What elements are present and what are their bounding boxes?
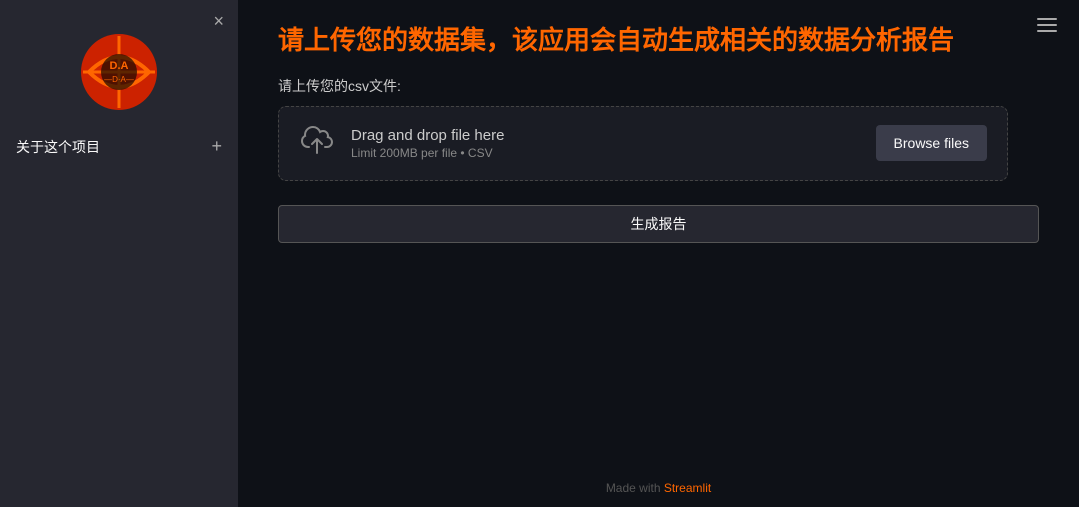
menu-button[interactable]	[1033, 14, 1061, 36]
menu-line-1	[1037, 18, 1057, 20]
dropzone-left: Drag and drop file here Limit 200MB per …	[299, 125, 504, 162]
sidebar: × D.A —D·A— 关于这个项目 +	[0, 0, 238, 507]
browse-files-button[interactable]: Browse files	[876, 125, 987, 161]
streamlit-link[interactable]: Streamlit	[664, 481, 711, 495]
close-icon: ×	[213, 11, 224, 31]
upload-label: 请上传您的csv文件:	[278, 76, 1039, 96]
menu-line-2	[1037, 24, 1057, 26]
logo-svg: D.A —D·A—	[79, 32, 159, 112]
main-content: 请上传您的数据集，该应用会自动生成相关的数据分析报告 请上传您的csv文件: D…	[238, 0, 1079, 507]
footer-text-before: Made with	[606, 481, 664, 495]
file-limit-text: Limit 200MB per file • CSV	[351, 146, 504, 160]
sidebar-close-button[interactable]: ×	[213, 12, 224, 30]
drag-drop-text: Drag and drop file here	[351, 127, 504, 144]
sidebar-expand-icon: +	[211, 136, 222, 157]
svg-text:—D·A—: —D·A—	[104, 75, 134, 84]
svg-text:D.A: D.A	[110, 60, 129, 72]
file-dropzone[interactable]: Drag and drop file here Limit 200MB per …	[278, 106, 1008, 181]
dropzone-text-block: Drag and drop file here Limit 200MB per …	[351, 127, 504, 160]
page-title: 请上传您的数据集，该应用会自动生成相关的数据分析报告	[278, 24, 1039, 58]
app-logo: D.A —D·A—	[79, 32, 159, 112]
logo-wrapper: D.A —D·A—	[0, 16, 238, 124]
generate-report-button[interactable]: 生成报告	[278, 205, 1039, 243]
footer: Made with Streamlit	[606, 481, 711, 495]
sidebar-about-section[interactable]: 关于这个项目 +	[0, 128, 238, 165]
cloud-upload-icon	[299, 125, 335, 162]
menu-line-3	[1037, 30, 1057, 32]
sidebar-about-label: 关于这个项目	[16, 137, 100, 157]
hamburger-icon	[1037, 18, 1057, 32]
